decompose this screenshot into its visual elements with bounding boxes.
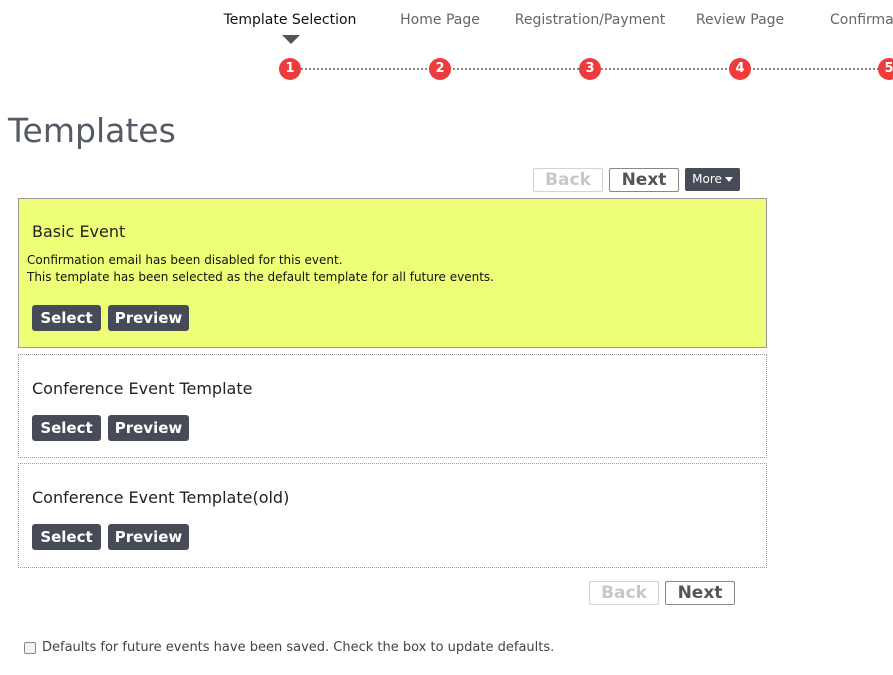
back-button-bottom[interactable]: Back <box>589 581 659 605</box>
template-message-default: This template has been selected as the d… <box>27 270 494 284</box>
step-label-confirmation[interactable]: Confirmat <box>830 12 893 28</box>
more-dropdown-button[interactable]: More <box>685 168 740 191</box>
template-message-email-disabled: Confirmation email has been disabled for… <box>27 253 343 267</box>
next-button-bottom[interactable]: Next <box>665 581 735 605</box>
step-label-registration-payment[interactable]: Registration/Payment <box>515 12 665 28</box>
current-step-pointer-icon <box>282 35 300 44</box>
template-name: Conference Event Template(old) <box>32 488 290 507</box>
step-label-template-selection[interactable]: Template Selection <box>224 12 357 28</box>
select-button[interactable]: Select <box>32 415 101 441</box>
select-button[interactable]: Select <box>32 524 101 550</box>
step-number-3[interactable]: 3 <box>579 58 601 80</box>
template-card-basic-event: Basic Event Confirmation email has been … <box>18 198 767 348</box>
step-number-5[interactable]: 5 <box>878 58 893 80</box>
step-label-review-page[interactable]: Review Page <box>696 12 784 28</box>
step-number-2[interactable]: 2 <box>429 58 451 80</box>
back-button-top[interactable]: Back <box>533 168 603 192</box>
preview-button[interactable]: Preview <box>108 305 189 331</box>
preview-button[interactable]: Preview <box>108 415 189 441</box>
step-number-1[interactable]: 1 <box>279 58 301 80</box>
progress-stepper: Template Selection Home Page Registratio… <box>0 0 893 90</box>
template-name: Conference Event Template <box>32 379 253 398</box>
select-button[interactable]: Select <box>32 305 101 331</box>
caret-down-icon <box>724 177 733 182</box>
more-button-label: More <box>692 172 722 186</box>
step-number-4[interactable]: 4 <box>729 58 751 80</box>
template-card-conference-event-old: Conference Event Template(old) Select Pr… <box>18 463 767 568</box>
update-defaults-label: Defaults for future events have been sav… <box>42 640 555 655</box>
preview-button[interactable]: Preview <box>108 524 189 550</box>
step-label-home-page[interactable]: Home Page <box>400 12 480 28</box>
update-defaults-row: Defaults for future events have been sav… <box>24 640 554 655</box>
template-name: Basic Event <box>32 222 126 241</box>
template-card-conference-event: Conference Event Template Select Preview <box>18 354 767 458</box>
next-button-top[interactable]: Next <box>609 168 679 192</box>
update-defaults-checkbox[interactable] <box>24 641 36 654</box>
page-title: Templates <box>8 111 176 150</box>
